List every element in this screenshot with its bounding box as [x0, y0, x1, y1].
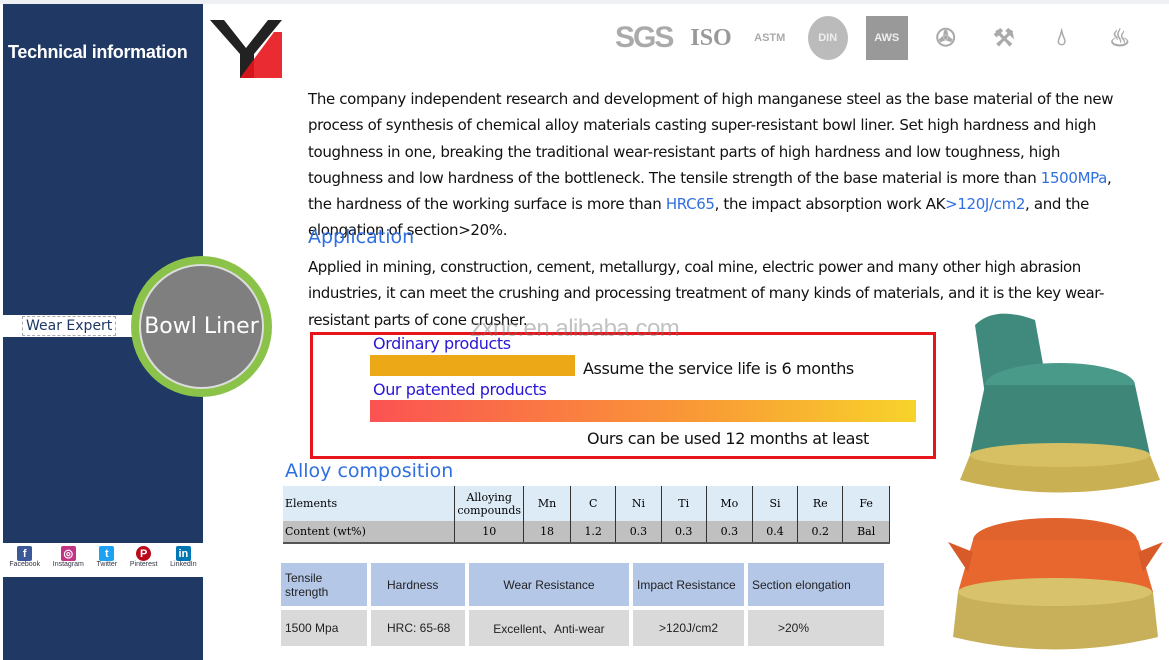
sidebar-title: Technical information — [8, 42, 188, 62]
table-cell: 10 — [454, 521, 525, 544]
table-cell: HRC: 65-68 — [369, 608, 469, 646]
table-cell: 1.2 — [570, 521, 617, 544]
table-cell: Mn — [523, 486, 572, 521]
social-label: LinkedIn — [170, 561, 197, 568]
text-span: HRC65 — [665, 195, 715, 214]
sgs-logo: SGS — [615, 21, 674, 54]
social-facebook[interactable]: f Facebook — [9, 543, 40, 577]
product-name: Bowl Liner — [139, 264, 264, 389]
table-cell: Mo — [706, 486, 753, 521]
table-cell: >20% — [746, 608, 888, 646]
hammer-icon: ⚒ — [992, 24, 1015, 52]
table-cell: Bal — [842, 521, 890, 544]
social-linkedin[interactable]: in LinkedIn — [170, 543, 197, 577]
table-cell: Re — [797, 486, 844, 521]
social-instagram[interactable]: ◎ Instagram — [53, 543, 84, 577]
company-logo — [210, 20, 282, 78]
ordinary-bar — [370, 355, 575, 376]
bowl-liner-green-image — [960, 313, 1160, 493]
social-label: Instagram — [52, 561, 84, 568]
text-span: >120J/cm2 — [945, 195, 1026, 214]
facebook-icon: f — [17, 546, 33, 561]
ordinary-text: Assume the service life is 6 months — [583, 359, 854, 378]
table-cell: Si — [752, 486, 799, 521]
patented-label: Our patented products — [373, 380, 547, 399]
table-cell: Tensile strength — [281, 563, 371, 610]
table-header-row: Elements Alloying compounds Mn C Ni Ti Mo Si Re F… — [283, 486, 890, 521]
instagram-icon: ◎ — [60, 546, 76, 561]
table-cell: 18 — [523, 521, 572, 544]
pinterest-icon: P — [136, 546, 152, 561]
table-cell: 0.2 — [797, 521, 844, 544]
linkedin-icon: in — [175, 546, 191, 561]
tagline: Wear Expert — [22, 316, 117, 336]
application-heading: Application — [308, 226, 415, 248]
social-label: Twitter — [96, 561, 118, 568]
table-cell: Section elongation — [746, 563, 888, 610]
social-pinterest[interactable]: P Pinterest — [129, 543, 158, 577]
table-cell: Ni — [615, 486, 662, 521]
table-row: Content (wt%) 10 18 1.2 0.3 0.3 0.3 0.4 0.2 Bal — [283, 521, 890, 544]
table-cell: Impact Resistance — [631, 563, 748, 610]
social-label: Facebook — [9, 561, 41, 568]
text-span: The company independent research and dev… — [308, 90, 1114, 187]
table-cell: 1500 Mpa — [281, 608, 371, 646]
text-span: , the impact absorption work AK — [714, 195, 946, 214]
social-links: f Facebook ◎ Instagram t Twitter P Pinterest… — [3, 543, 203, 577]
astm-logo: ASTM — [754, 32, 786, 44]
patented-text: Ours can be used 12 months at least — [587, 429, 869, 448]
table-cell: 0.3 — [706, 521, 753, 544]
table-cell: >120J/cm2 — [631, 608, 748, 646]
table-cell: Hardness — [369, 563, 469, 610]
aws-logo: AWS — [865, 16, 908, 60]
social-label: Pinterest — [129, 561, 158, 568]
social-twitter[interactable]: t Twitter — [96, 543, 118, 577]
table-cell: 0.3 — [615, 521, 662, 544]
flame-icon: ♨ — [1108, 24, 1131, 52]
twitter-icon: t — [99, 546, 115, 561]
certification-logos: SGS ISO ASTM DIN AWS ✇ ⚒ 💧︎ ♨ — [615, 8, 1165, 68]
table-cell: 0.4 — [752, 521, 799, 544]
table-cell: C — [570, 486, 617, 521]
table-cell: Wear Resistance — [467, 563, 633, 610]
cutting-icon: ✇ — [935, 24, 956, 52]
table-cell: Elements — [283, 486, 456, 521]
watermark: zxnc.en.alibaba.com — [470, 315, 680, 342]
intro-paragraph: The company independent research and dev… — [308, 86, 1138, 244]
table-row: 1500 Mpa HRC: 65-68 Excellent、Anti-wear >12… — [281, 608, 888, 646]
properties-table: Tensile strength Hardness Wear Resistance I… — [281, 563, 888, 646]
table-header-row: Tensile strength Hardness Wear Resistance I… — [281, 563, 888, 610]
water-drop-icon: 💧︎ — [1056, 24, 1067, 51]
bowl-liner-orange-image — [948, 518, 1163, 650]
text-span: 1500MPa — [1040, 168, 1108, 187]
table-cell: Content (wt%) — [283, 521, 456, 544]
table-cell: Alloying compounds — [454, 486, 525, 521]
din-logo: DIN — [807, 16, 848, 60]
alloy-heading: Alloy composition — [285, 460, 454, 482]
table-cell: Fe — [842, 486, 890, 521]
table-cell: Ti — [661, 486, 707, 521]
alloy-table: Elements Alloying compounds Mn C Ni Ti Mo Si Re F… — [283, 486, 890, 544]
patented-bar — [370, 400, 916, 422]
iso-logo: ISO — [690, 24, 732, 51]
product-badge: Bowl Liner — [131, 256, 272, 397]
table-cell: 0.3 — [661, 521, 707, 544]
table-cell: Excellent、Anti-wear — [467, 608, 633, 646]
